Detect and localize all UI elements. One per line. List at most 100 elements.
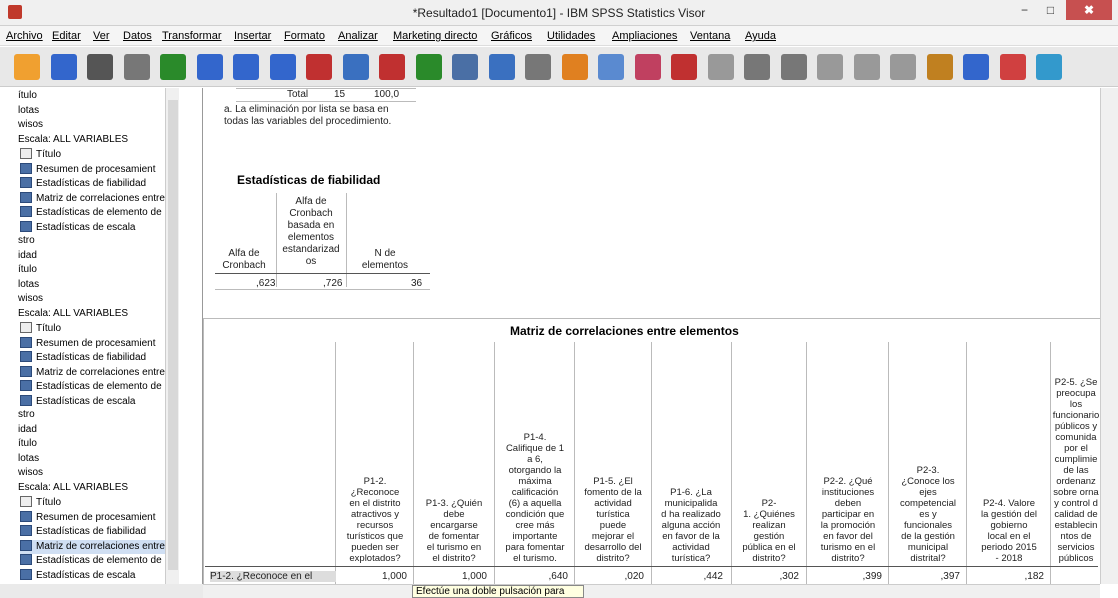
save-icon[interactable] (50, 54, 77, 80)
insert-output-icon[interactable] (634, 54, 661, 80)
outline-item[interactable]: ítulo (18, 90, 37, 104)
hide-icon[interactable] (926, 54, 953, 80)
insert-heading-icon[interactable] (671, 54, 697, 80)
outline-item[interactable]: Escala: ALL VARIABLES (18, 134, 128, 148)
minimize-button[interactable]: − (1011, 0, 1038, 20)
outline-item[interactable]: wisos (18, 293, 43, 307)
outline-item[interactable]: Matriz de correlaciones entre (20, 365, 165, 380)
outline-item[interactable]: Escala: ALL VARIABLES (18, 308, 128, 322)
menu-datos[interactable]: Datos (123, 30, 152, 42)
promote-icon[interactable] (744, 54, 770, 80)
outline-item[interactable]: Estadísticas de fiabilidad (20, 351, 146, 365)
open-icon[interactable] (14, 54, 40, 80)
use-sets-icon[interactable] (452, 54, 478, 80)
content-vertical-scrollbar[interactable] (1100, 88, 1118, 584)
menu-graficos[interactable]: Gráficos (491, 30, 532, 42)
outline-item[interactable]: Estadísticas de escala (20, 220, 136, 235)
tooltip: Efectúe una doble pulsación para (412, 585, 584, 598)
show-all-icon[interactable] (488, 54, 515, 80)
outline-item-label: Resumen de procesamient (36, 163, 156, 175)
outline-scrollbar-thumb[interactable] (168, 100, 178, 570)
outline-item[interactable]: Estadísticas de elemento de (20, 206, 162, 220)
pane-splitter[interactable] (179, 88, 203, 584)
outline-item[interactable]: Estadísticas de elemento de (20, 554, 162, 568)
maximize-button[interactable]: □ (1037, 0, 1064, 20)
run-script-icon[interactable] (598, 54, 624, 80)
menu-ver[interactable]: Ver (93, 30, 110, 42)
variables-icon[interactable] (415, 54, 442, 80)
menu-formato[interactable]: Formato (284, 30, 325, 42)
expand-icon[interactable] (817, 54, 843, 80)
outline-item[interactable]: wisos (18, 119, 43, 133)
outline-scrollbar[interactable] (165, 88, 179, 584)
menu-ampliaciones[interactable]: Ampliaciones (612, 30, 677, 42)
menu-editar[interactable]: Editar (52, 30, 81, 42)
outline-item[interactable]: idad (18, 424, 37, 438)
outline-item[interactable]: Estadísticas de elemento de (20, 380, 162, 394)
menu-utilidades[interactable]: Utilidades (547, 30, 595, 42)
demote-icon[interactable] (780, 54, 807, 80)
matrix-column-header: P1-6. ¿La municipalida d ha realizado al… (661, 487, 721, 564)
matrix-column-header: P1-4. Califique de 1 a 6, otorgando la m… (505, 432, 565, 564)
matrix-col-divider (1050, 342, 1051, 584)
outline-item[interactable]: stro (18, 409, 35, 423)
menu-ayuda[interactable]: Ayuda (745, 30, 776, 42)
chart-icon[interactable] (1036, 54, 1062, 80)
outline-item[interactable]: Resumen de procesamient (20, 510, 156, 525)
outline-item[interactable]: wisos (18, 467, 43, 481)
outline-item[interactable]: Estadísticas de escala (20, 394, 136, 409)
outline-item[interactable]: Estadísticas de escala (20, 568, 136, 583)
outline-item[interactable]: Escala: ALL VARIABLES (18, 482, 128, 496)
collapse-icon[interactable] (853, 54, 880, 80)
matrix-column-header: P2-3. ¿Conoce los ejes competencial es y… (900, 465, 956, 564)
outline-item[interactable]: Estadísticas de fiabilidad (20, 525, 146, 539)
matrix-col-divider (888, 342, 889, 584)
menu-transformar[interactable]: Transformar (162, 30, 222, 42)
summary-footnote: a. La eliminación por lista se basa en t… (224, 104, 392, 127)
outline-item[interactable]: lotas (18, 453, 39, 467)
goto-case-icon[interactable] (342, 54, 369, 80)
outline-item[interactable]: Título (20, 148, 61, 162)
outline-item[interactable]: ítulo (18, 264, 37, 278)
menu-insertar[interactable]: Insertar (234, 30, 271, 42)
matrix-column-header: P1-2. ¿Reconoce en el distrito atractivo… (346, 476, 404, 564)
insert-title-icon[interactable] (707, 54, 734, 80)
table-icon (20, 191, 32, 203)
print-preview-icon[interactable] (123, 54, 150, 80)
print-icon[interactable] (87, 54, 113, 80)
outline-item[interactable]: idad (18, 250, 37, 264)
outline-item[interactable]: Matriz de correlaciones entre (20, 191, 165, 206)
insert-cases-icon[interactable] (525, 54, 551, 80)
undo-icon[interactable] (233, 54, 259, 80)
goto-variable-icon[interactable] (379, 54, 405, 80)
outline-item[interactable]: lotas (18, 279, 39, 293)
outline-item-label: Título (36, 323, 62, 334)
menu-analizar[interactable]: Analizar (338, 30, 378, 42)
dialog-icon[interactable] (999, 54, 1026, 80)
reliability-bottom-line (215, 289, 430, 290)
menu-ventana[interactable]: Ventana (690, 30, 730, 42)
outline-item[interactable]: Matriz de correlaciones entre (20, 539, 165, 554)
redo-icon[interactable] (269, 54, 296, 80)
reliability-col-alpha-std: Alfa de Cronbach basada en elementos est… (282, 196, 340, 267)
outline-item[interactable]: lotas (18, 105, 39, 119)
goto-data-icon[interactable] (306, 54, 332, 80)
menu-marketing-directo[interactable]: Marketing directo (393, 30, 477, 42)
export-icon[interactable] (160, 54, 186, 80)
show-icon[interactable] (890, 54, 916, 80)
script-icon[interactable] (963, 54, 989, 80)
close-button[interactable]: ✖ (1066, 0, 1112, 20)
outline-item[interactable]: Resumen de procesamient (20, 162, 156, 177)
designate-window-icon[interactable] (561, 54, 588, 80)
outline-item[interactable]: Estadísticas de fiabilidad (20, 177, 146, 191)
menu-archivo[interactable]: Archivo (6, 30, 43, 42)
recall-dialog-icon[interactable] (196, 54, 223, 80)
content-horizontal-scrollbar[interactable] (203, 584, 1100, 598)
outline-item[interactable]: Título (20, 496, 61, 510)
reliability-col-n: N de elementos (361, 248, 409, 271)
outline-item[interactable]: Título (20, 322, 61, 336)
outline-item[interactable]: stro (18, 235, 35, 249)
table-icon (20, 206, 32, 217)
outline-item[interactable]: ítulo (18, 438, 37, 452)
outline-item[interactable]: Resumen de procesamient (20, 336, 156, 351)
